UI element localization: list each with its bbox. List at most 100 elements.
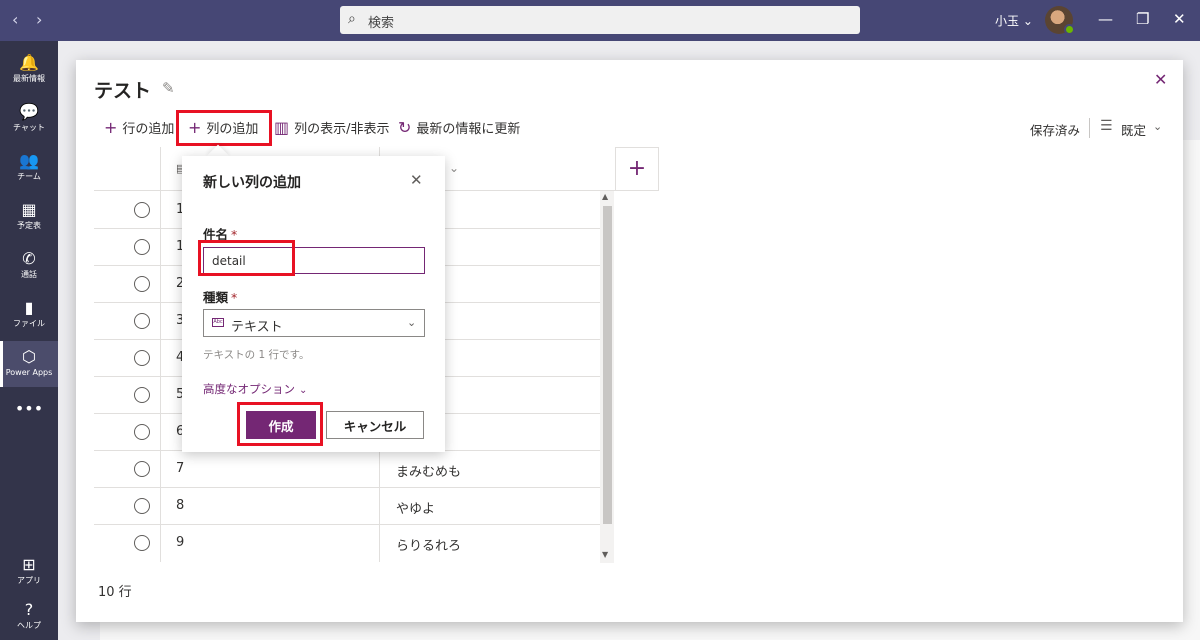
close-window-button[interactable]: ✕	[1173, 9, 1186, 29]
rail-item-label: Power Apps	[5, 368, 53, 377]
chevron-down-icon[interactable]: ⌄	[1153, 120, 1162, 133]
rail-item-label: ファイル	[13, 319, 45, 328]
user-name-menu[interactable]: 小玉 ⌄	[995, 12, 1033, 29]
saved-status: 保存済み	[1030, 123, 1081, 138]
refresh-button[interactable]: ↻ 最新の情報に更新	[398, 118, 520, 138]
cell-text: まみむめも	[396, 465, 462, 480]
cancel-button[interactable]: キャンセル	[326, 411, 424, 439]
search-placeholder: 検索	[368, 16, 395, 31]
row-select-radio[interactable]	[134, 202, 150, 218]
type-field-label: 種類 *	[203, 287, 237, 306]
pencil-icon[interactable]: ✎	[162, 79, 175, 97]
row-select-radio[interactable]	[134, 350, 150, 366]
row-select-radio[interactable]	[134, 239, 150, 255]
row-select-radio[interactable]	[134, 535, 150, 551]
advanced-options-label: 高度なオプション	[203, 382, 295, 396]
scroll-down-icon[interactable]: ▼	[602, 550, 608, 559]
help-icon: ?	[24, 600, 34, 619]
file-icon: ▮	[24, 298, 34, 317]
required-mark: *	[231, 290, 238, 305]
highlight-name-input	[198, 240, 295, 276]
rail-item-activity[interactable]: 🔔 最新情報	[0, 47, 58, 93]
row-select-radio[interactable]	[134, 498, 150, 514]
page-title: テスト	[94, 80, 152, 102]
minimize-button[interactable]: —	[1098, 9, 1113, 29]
highlight-create-button	[237, 402, 323, 446]
title-bar: ‹ › ⌕ 検索 小玉 ⌄ — ❐ ✕	[0, 0, 1200, 41]
rail-item-label: チャット	[13, 123, 45, 132]
row-select-radio[interactable]	[134, 461, 150, 477]
back-arrow-icon[interactable]: ‹	[12, 10, 18, 30]
rail-item-apps[interactable]: ⊞ アプリ	[0, 549, 58, 595]
row-select-radio[interactable]	[134, 313, 150, 329]
teams-icon: 👥	[19, 151, 39, 170]
add-row-button[interactable]: + 行の追加	[104, 118, 174, 138]
add-column-popup: 新しい列の追加 ✕ 件名* 種類* Abc テキスト ⌄ テキストの 1 行です…	[182, 156, 445, 452]
type-label-text: 種類	[203, 290, 229, 305]
chat-icon: 💬	[19, 102, 39, 121]
rail-item-power-apps[interactable]: ⬡ Power Apps	[0, 341, 58, 387]
cell-number: 9	[176, 535, 185, 550]
table-row[interactable]: 7 まみむめも	[94, 451, 604, 488]
rail-item-label: アプリ	[17, 576, 41, 585]
calendar-icon: ▦	[21, 200, 37, 219]
show-hide-columns-button[interactable]: ▥ 列の表示/非表示	[274, 118, 390, 138]
row-select-radio[interactable]	[134, 276, 150, 292]
highlight-add-column	[176, 110, 272, 146]
cell-text: らりるれろ	[396, 539, 462, 554]
table-row[interactable]: 9 らりるれろ	[94, 525, 604, 562]
chevron-down-icon: ⌄	[299, 385, 308, 396]
rail-item-help[interactable]: ? ヘルプ	[0, 594, 58, 640]
row-select-radio[interactable]	[134, 387, 150, 403]
phone-icon: ✆	[22, 249, 36, 268]
power-apps-icon: ⬡	[22, 347, 36, 366]
popup-title: 新しい列の追加	[203, 175, 301, 191]
text-type-icon: Abc	[212, 318, 224, 327]
close-icon[interactable]: ✕	[410, 171, 423, 189]
rail-item-teams[interactable]: 👥 チーム	[0, 145, 58, 191]
rail-item-calls[interactable]: ✆ 通話	[0, 243, 58, 289]
rail-item-more[interactable]: •••	[0, 393, 58, 439]
rail-item-label: 最新情報	[13, 74, 45, 83]
rail-item-chat[interactable]: 💬 チャット	[0, 96, 58, 142]
row-count: 10 行	[98, 585, 132, 600]
bell-icon: 🔔	[19, 53, 39, 72]
divider	[1089, 118, 1090, 138]
search-icon: ⌕	[348, 11, 356, 27]
cell-number: 8	[176, 498, 185, 513]
columns-icon: ▥	[274, 118, 290, 137]
restore-button[interactable]: ❐	[1136, 9, 1149, 29]
refresh-icon: ↻	[398, 118, 412, 137]
forward-arrow-icon[interactable]: ›	[36, 10, 42, 30]
chevron-down-icon[interactable]: ⌄	[449, 161, 459, 175]
type-hint: テキストの 1 行です。	[203, 349, 310, 361]
add-row-label: 行の追加	[122, 122, 175, 137]
type-select-value: テキスト	[231, 320, 283, 335]
apps-icon: ⊞	[22, 555, 36, 574]
rail-item-calendar[interactable]: ▦ 予定表	[0, 194, 58, 240]
rail-item-label: チーム	[17, 172, 41, 181]
column-type-select[interactable]: Abc テキスト ⌄	[203, 309, 425, 337]
presence-status-icon	[1064, 24, 1075, 35]
plus-icon: +	[104, 118, 118, 137]
table-row[interactable]: 8 やゆよ	[94, 488, 604, 525]
advanced-options-toggle[interactable]: 高度なオプション ⌄	[203, 381, 307, 397]
vertical-scrollbar[interactable]: ▲ ▼	[600, 191, 614, 563]
rail-item-label: 予定表	[17, 221, 41, 230]
view-selector[interactable]: 既定	[1121, 120, 1146, 139]
rail-item-label: 通話	[21, 270, 37, 279]
row-select-radio[interactable]	[134, 424, 150, 440]
scroll-up-icon[interactable]: ▲	[602, 192, 608, 201]
cell-text: やゆよ	[396, 502, 436, 517]
scroll-thumb[interactable]	[603, 206, 612, 524]
add-column-plus-button[interactable]: +	[615, 147, 659, 191]
chevron-down-icon: ⌄	[407, 316, 417, 329]
view-list-icon: ☰	[1100, 118, 1113, 134]
rail-item-label: ヘルプ	[17, 621, 41, 630]
more-icon: •••	[14, 399, 44, 418]
search-box[interactable]: ⌕ 検索	[340, 6, 860, 34]
app-rail: 🔔 最新情報 💬 チャット 👥 チーム ▦ 予定表 ✆ 通話 ▮ ファイル ⬡ …	[0, 41, 58, 640]
rail-item-files[interactable]: ▮ ファイル	[0, 292, 58, 338]
close-icon[interactable]: ✕	[1154, 70, 1167, 89]
cell-number: 7	[176, 461, 185, 476]
